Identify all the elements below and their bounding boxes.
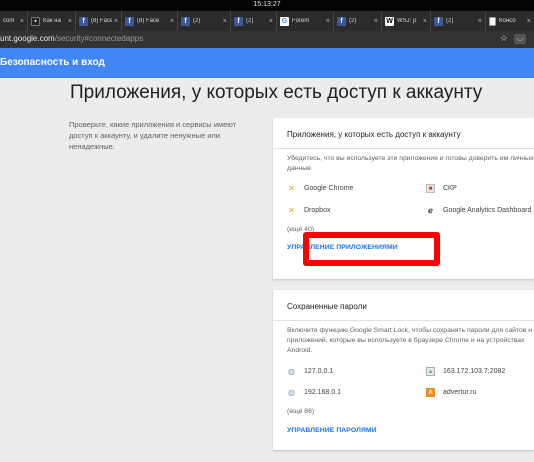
app-item[interactable]: ℯ Google Analytics Dashboard	[426, 206, 531, 215]
close-icon[interactable]: ×	[478, 18, 482, 25]
app-item-label: СКР	[443, 185, 457, 192]
facebook-icon: f	[181, 16, 190, 26]
tab-label: com	[3, 18, 15, 24]
passwords-card-title: Сохраненные пароли	[287, 302, 367, 311]
passwords-more-count: (ещё 86)	[287, 408, 315, 415]
password-item-label: 127.0.0.1	[304, 368, 334, 375]
browser-tab-strip: com × ▪ Как на × f (8) Face × f (8) Face × f (2)…	[0, 11, 534, 31]
app-icon: ■	[426, 184, 435, 193]
browser-tab[interactable]: G Forem ×	[277, 11, 334, 31]
close-icon[interactable]: ×	[527, 18, 531, 25]
browser-tab[interactable]: f (8) Face ×	[122, 11, 178, 31]
site-icon: A	[426, 388, 435, 397]
apps-card-text: Убедитесь, что вы используете эти прилож…	[287, 155, 534, 172]
browser-tab[interactable]: f (2) ×	[431, 11, 486, 31]
app-item[interactable]: ■ СКР	[426, 184, 457, 193]
tab-label: (2)	[193, 18, 201, 24]
password-item-label: 192.168.0.1	[304, 389, 341, 396]
tab-label: (8) Face	[137, 18, 160, 24]
system-clock: 15:13:27	[253, 1, 281, 8]
app-item-label: Google Chrome	[304, 185, 354, 192]
close-icon[interactable]: ×	[223, 18, 227, 25]
url-host: unt.google.com	[0, 34, 55, 43]
dark-icon: ▪	[31, 16, 40, 26]
url-path: /security#connectedapps	[54, 34, 144, 43]
facebook-icon: f	[234, 16, 243, 26]
browser-tab[interactable]: f (2) ×	[334, 11, 382, 31]
tab-label: Forem	[292, 18, 310, 24]
password-item[interactable]: ◍ 127.0.0.1	[287, 367, 333, 376]
tab-label: (2)	[446, 18, 454, 24]
address-bar[interactable]: unt.google.com/security#connectedapps ☆ …	[0, 31, 534, 48]
divider	[273, 148, 534, 149]
search-icon: G	[280, 16, 289, 26]
apps-card-title: Приложения, у которых есть доступ к акка…	[287, 130, 461, 139]
close-icon[interactable]: ×	[326, 18, 330, 25]
tab-label: (2)	[349, 18, 357, 24]
tab-label: Консо	[499, 18, 516, 24]
star-icon[interactable]: ☆	[500, 33, 508, 44]
password-item[interactable]: ◍ 192.168.0.1	[287, 388, 341, 397]
os-top-bar: 15:13:27	[0, 0, 534, 11]
browser-tab[interactable]: f (8) Face ×	[76, 11, 122, 31]
facebook-icon: f	[79, 16, 88, 26]
wsj-icon: W	[385, 16, 394, 26]
facebook-icon: f	[125, 16, 134, 26]
page-icon	[489, 16, 496, 26]
close-icon[interactable]: ×	[170, 18, 174, 25]
page-description: Проверьте, какие приложения и сервисы им…	[69, 120, 237, 151]
image-icon: ▲	[426, 367, 435, 376]
app-item-label: Dropbox	[304, 207, 331, 214]
app-header-title: Безопасность и вход	[0, 57, 105, 68]
browser-tab[interactable]: f (2) ×	[178, 11, 231, 31]
close-icon[interactable]: ×	[114, 18, 118, 25]
tab-label: (8) Face	[91, 18, 112, 24]
password-item-label: 163.172.103.7:2082	[443, 368, 506, 375]
app-item[interactable]: ✕ Dropbox	[287, 206, 330, 215]
password-item[interactable]: ▲ 163.172.103.7:2082	[426, 367, 505, 376]
close-icon[interactable]: ×	[68, 18, 72, 25]
facebook-icon: f	[434, 16, 443, 26]
url-text[interactable]: unt.google.com/security#connectedapps	[0, 34, 143, 43]
passwords-card: Сохраненные пароли Включите функцию Goog…	[273, 290, 534, 450]
browser-tab[interactable]: Консо ×	[486, 11, 534, 31]
app-item-label: Google Analytics Dashboard	[443, 207, 532, 214]
password-item-label: advertur.ru	[443, 389, 477, 396]
app-item[interactable]: ✕ Google Chrome	[287, 184, 353, 193]
tab-label: WSJ: p	[397, 18, 417, 24]
close-icon[interactable]: ×	[374, 18, 378, 25]
close-icon[interactable]: ×	[20, 18, 24, 25]
globe-icon: ◍	[288, 367, 295, 376]
globe-icon: ◍	[288, 388, 295, 397]
close-icon[interactable]: ×	[269, 18, 273, 25]
app-header: Безопасность и вход	[0, 48, 534, 78]
wrench-icon: ✕	[288, 184, 295, 193]
browser-tab[interactable]: W WSJ: p ×	[382, 11, 431, 31]
analytics-icon: ℯ	[428, 206, 433, 215]
facebook-icon: f	[337, 16, 346, 26]
divider	[273, 320, 534, 321]
manage-passwords-link[interactable]: УПРАВЛЕНИЕ ПАРОЛЯМИ	[287, 427, 377, 434]
passwords-card-text: Включите функцию Google Smart Lock, чтоб…	[287, 327, 533, 354]
password-item[interactable]: Aadvertur.ru	[426, 388, 476, 397]
browser-tab[interactable]: f (2) ×	[231, 11, 277, 31]
browser-tab[interactable]: com ×	[0, 11, 28, 31]
wrench-icon: ✕	[288, 206, 295, 215]
tab-label: (2)	[246, 18, 254, 24]
page-title: Приложения, у которых есть доступ к акка…	[70, 82, 483, 103]
tab-label: Как на	[43, 18, 61, 24]
extension-icon[interactable]: ◡	[514, 34, 526, 44]
highlight-frame	[303, 232, 440, 266]
close-icon[interactable]: ×	[423, 18, 427, 25]
browser-tab[interactable]: ▪ Как на ×	[28, 11, 76, 31]
